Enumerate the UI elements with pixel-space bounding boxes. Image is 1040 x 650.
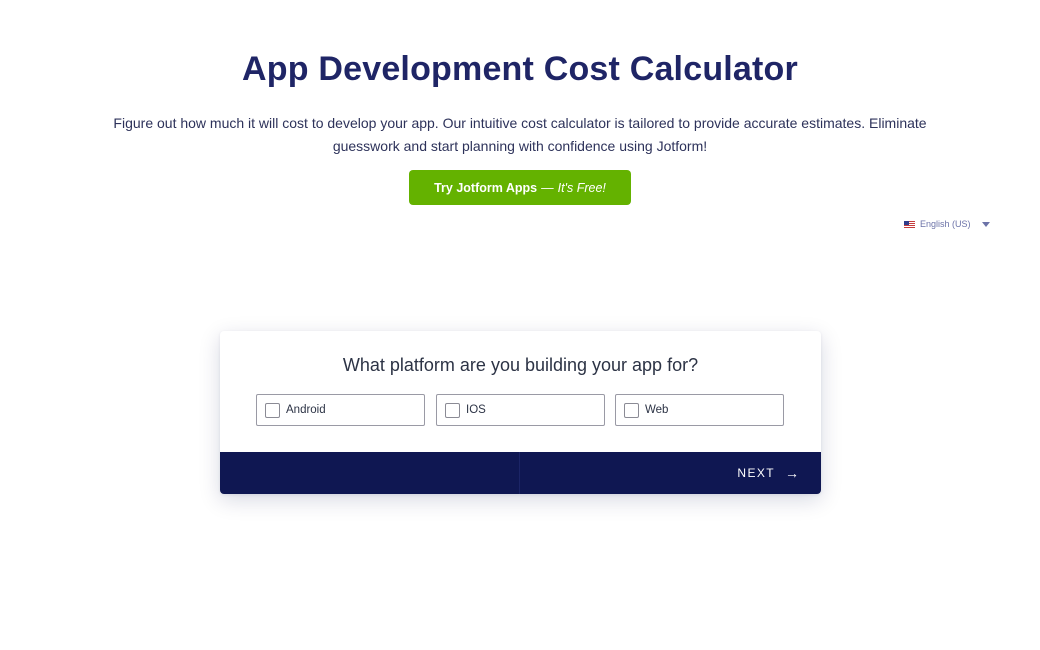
option-label: Android [286,404,326,416]
form-footer: NEXT → [220,452,821,494]
cta-main-label: Try Jotform Apps [434,180,538,195]
cta-sub-label: It's Free! [557,180,606,195]
option-ios[interactable]: IOS [436,394,605,426]
form-card: What platform are you building your app … [220,331,821,494]
arrow-right-icon: → [785,465,799,481]
page-description: Figure out how much it will cost to deve… [113,115,927,154]
next-button[interactable]: NEXT → [520,452,821,494]
option-android[interactable]: Android [256,394,425,426]
option-label: Web [645,404,669,416]
question-title: What platform are you building your app … [342,355,699,375]
us-flag-icon [904,220,915,228]
try-jotform-apps-button[interactable]: Try Jotform Apps — It's Free! [409,170,631,205]
footer-left-area [220,452,520,494]
cta-separator: — [541,180,554,195]
option-label: IOS [466,404,486,416]
page-title: App Development Cost Calculator [242,50,798,88]
web-checkbox[interactable] [624,402,639,418]
option-web[interactable]: Web [615,394,784,426]
language-label: English (US) [920,219,971,229]
page: App Development Cost Calculator Figure o… [0,0,1040,650]
language-selector[interactable]: English (US) [904,219,990,229]
android-checkbox[interactable] [265,402,280,418]
next-label: NEXT [737,466,775,480]
ios-checkbox[interactable] [445,402,460,418]
caret-down-icon [981,221,990,227]
